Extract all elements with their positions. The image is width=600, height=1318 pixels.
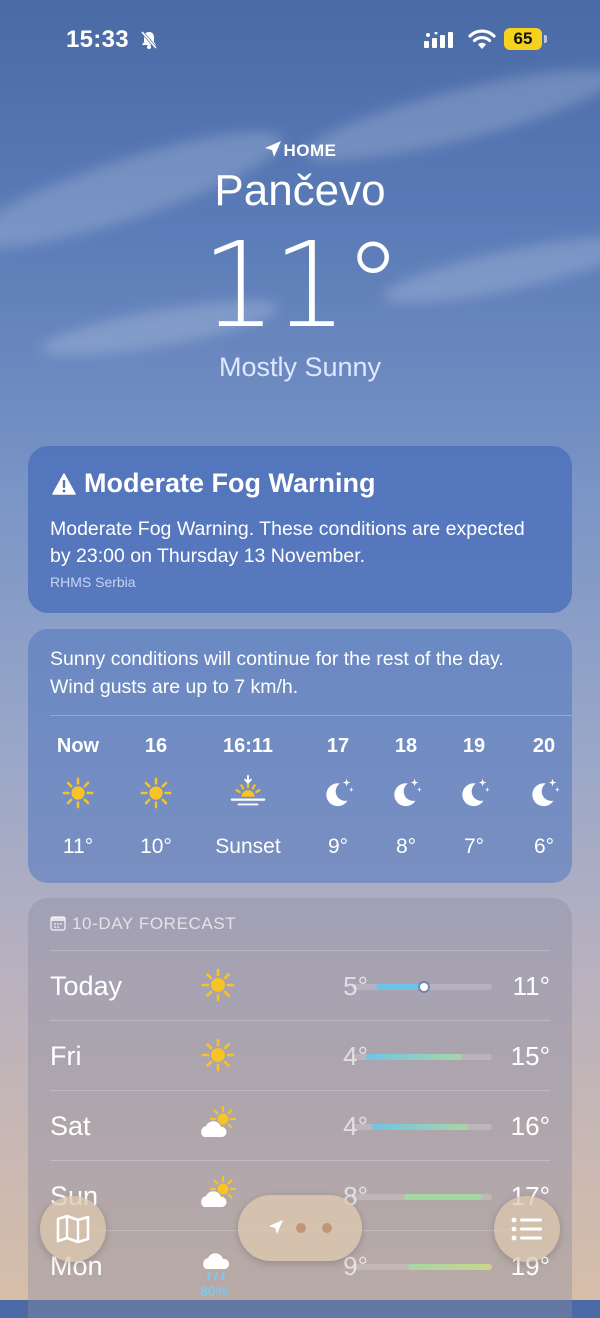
forecast-high: 16° — [510, 1111, 550, 1141]
forecast-row[interactable]: Today 5° 11° — [50, 950, 550, 1021]
page-dot — [296, 1223, 306, 1233]
calendar-icon — [50, 916, 66, 931]
alert-source: RHMS Serbia — [50, 574, 136, 590]
temperature-range-bar — [352, 1054, 492, 1060]
hourly-temp: Sunset — [215, 835, 281, 858]
hourly-temp: 10° — [140, 835, 172, 858]
sun-icon — [38, 765, 118, 821]
temperature-range-fill — [372, 1124, 468, 1130]
partly-cloudy-icon — [198, 1105, 238, 1150]
hourly-item: 19 7° — [434, 735, 514, 859]
status-bar: 15:33 65 — [0, 26, 600, 56]
hourly-label: 20 — [532, 735, 556, 757]
location-label: HOME — [0, 140, 600, 161]
hourly-label: 16:11 — [222, 735, 274, 757]
status-time: 15:33 — [66, 26, 129, 53]
divider — [50, 715, 572, 716]
temperature-range-bar — [352, 1264, 492, 1270]
wifi-icon — [468, 28, 496, 55]
battery-tip — [544, 35, 547, 43]
temperature-range-fill — [408, 1264, 492, 1270]
forecast-high: 15° — [510, 1041, 550, 1071]
hourly-item: 16 10° — [116, 735, 196, 859]
temperature-range-fill — [366, 1054, 462, 1060]
forecast-precip: 80% — [200, 1283, 229, 1299]
hourly-forecast-card[interactable]: Sunny conditions will continue for the r… — [28, 629, 572, 883]
sunset-icon — [208, 765, 288, 821]
hourly-label: 16 — [144, 735, 168, 757]
weather-alert-card[interactable]: Moderate Fog Warning Moderate Fog Warnin… — [28, 446, 572, 613]
hourly-summary: Sunny conditions will continue for the r… — [50, 648, 504, 698]
partly-cloudy-icon — [198, 1175, 238, 1220]
moon-stars-icon — [434, 765, 514, 821]
hourly-item: 16:11 Sunset — [208, 735, 288, 859]
location-label-text: HOME — [283, 141, 337, 160]
location-arrow-icon — [268, 1219, 284, 1235]
temperature-range-bar — [352, 983, 492, 991]
city-name: Pančevo — [214, 166, 386, 215]
forecast-day: Today — [50, 971, 123, 1001]
forecast-high: 11° — [512, 971, 550, 1001]
battery-indicator: 65 — [504, 28, 542, 50]
map-icon — [56, 1214, 90, 1244]
hourly-temp: 11° — [62, 835, 94, 858]
hourly-temp: 7° — [463, 835, 485, 858]
sun-icon — [116, 765, 196, 821]
current-temp-dot — [420, 983, 428, 991]
location-page-indicator[interactable] — [238, 1195, 362, 1261]
forecast-heading-text: 10-DAY FORECAST — [72, 914, 237, 933]
cellular-signal-icon — [424, 31, 458, 53]
warning-triangle-icon — [52, 473, 76, 495]
sun-icon — [198, 965, 238, 1010]
forecast-heading: 10-DAY FORECAST — [50, 914, 236, 934]
forecast-day: Fri — [50, 1041, 82, 1071]
alert-title-text: Moderate Fog Warning — [84, 468, 376, 498]
location-arrow-icon — [264, 141, 281, 157]
hourly-item: Now 11° — [38, 735, 118, 859]
alert-title: Moderate Fog Warning — [52, 468, 376, 499]
temperature-range-bar — [352, 1124, 492, 1130]
alert-text: Moderate Fog Warning. These conditions a… — [50, 518, 525, 567]
forecast-row[interactable]: Sat 4° 16° — [50, 1090, 550, 1161]
list-icon — [511, 1217, 542, 1241]
page-dot — [322, 1223, 332, 1233]
hourly-label: 19 — [462, 735, 486, 757]
moon-stars-icon — [504, 765, 584, 821]
forecast-day: Sat — [50, 1111, 91, 1141]
bell-muted-icon — [140, 30, 158, 55]
temperature-range-bar — [352, 1194, 492, 1200]
hourly-label: Now — [56, 735, 100, 757]
forecast-row[interactable]: Fri 4° 15° — [50, 1020, 550, 1091]
temperature-range-fill — [404, 1194, 482, 1200]
sun-icon — [198, 1035, 238, 1080]
current-condition: Mostly Sunny — [218, 352, 382, 382]
city-list-button[interactable] — [494, 1196, 560, 1262]
hourly-temp: 6° — [533, 835, 555, 858]
hourly-item: 20 6° — [504, 735, 584, 859]
current-temperature: 11° — [201, 216, 402, 354]
map-button[interactable] — [40, 1196, 106, 1262]
